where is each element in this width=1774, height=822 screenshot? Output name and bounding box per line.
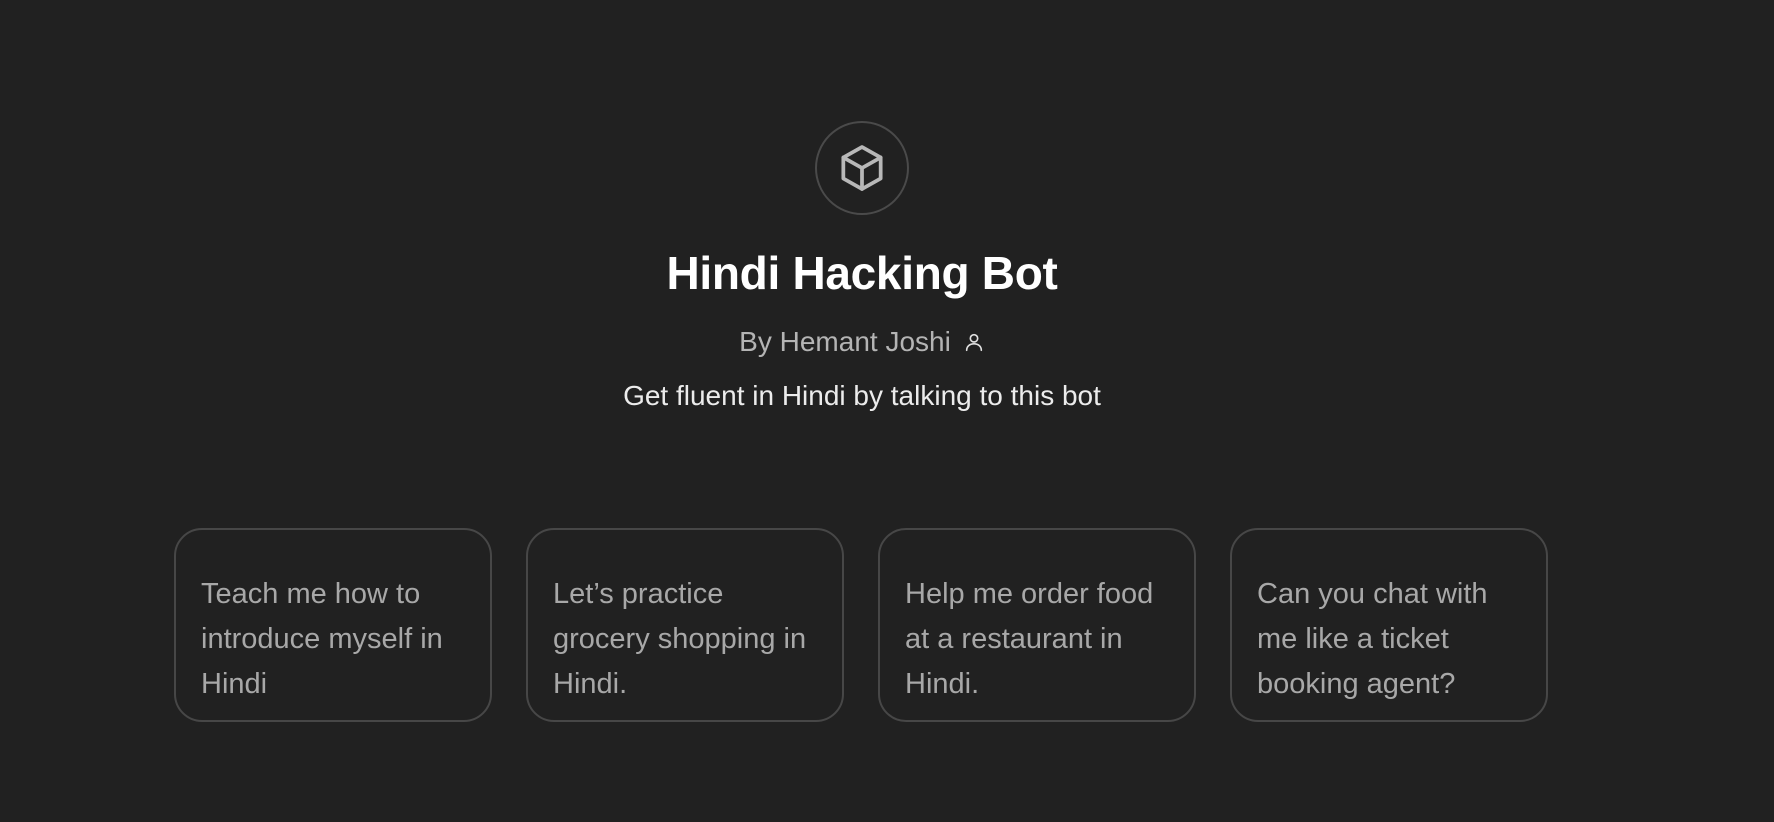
cube-icon	[834, 140, 890, 196]
person-icon[interactable]	[963, 331, 985, 353]
bot-title: Hindi Hacking Bot	[666, 247, 1058, 299]
bot-avatar	[815, 121, 909, 215]
author-name: By Hemant Joshi	[739, 326, 951, 357]
starter-button-ticket[interactable]: Can you chat with me like a ticket booki…	[1230, 528, 1548, 722]
bot-description: Get fluent in Hindi by talking to this b…	[623, 380, 1101, 411]
conversation-starters: Teach me how to introduce myself in Hind…	[174, 528, 1548, 722]
starter-button-grocery[interactable]: Let’s practice grocery shopping in Hindi…	[526, 528, 844, 722]
bot-author: By Hemant Joshi	[739, 325, 985, 359]
starter-button-introduce[interactable]: Teach me how to introduce myself in Hind…	[174, 528, 492, 722]
starter-button-restaurant[interactable]: Help me order food at a restaurant in Hi…	[878, 528, 1196, 722]
bot-header: Hindi Hacking Bot By Hemant Joshi Get fl…	[0, 0, 1724, 413]
